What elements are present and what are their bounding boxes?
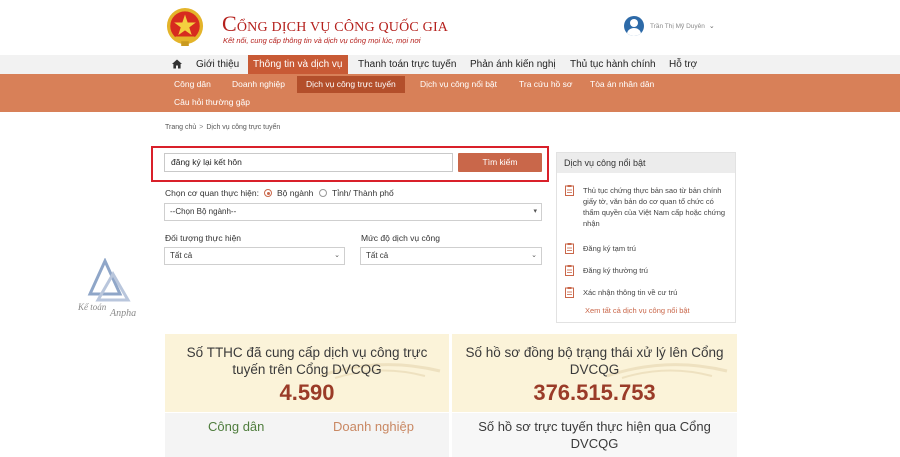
chevron-down-icon: ⌄ [334, 252, 340, 259]
dropdown-caret-icon: ▾ [533, 208, 537, 215]
nav-thu-tuc[interactable]: Thủ tục hành chính [570, 55, 656, 74]
stat-online-procedures: Số TTHC đã cung cấp dịch vụ công trực tu… [165, 334, 449, 412]
featured-item[interactable]: Đăng ký tạm trú [565, 243, 731, 254]
featured-panel-title: Dịch vụ công nổi bật [557, 153, 735, 173]
document-icon [565, 185, 574, 196]
view-all-featured-link[interactable]: Xem tất cả dịch vụ công nổi bật [585, 306, 690, 315]
main-nav: Giới thiệu Thông tin và dịch vụ Thanh to… [0, 55, 900, 74]
subnav-doanh-nghiep[interactable]: Doanh nghiệp [232, 76, 285, 93]
nav-ho-tro[interactable]: Hỗ trợ [669, 55, 697, 74]
home-icon[interactable] [172, 59, 182, 69]
stat-tabs: Công dân Doanh nghiệp [165, 413, 449, 457]
ke-toan-anpha-watermark-logo: Kế toán Anpha [78, 258, 136, 318]
agency-select-value: --Chọn Bộ ngành-- [170, 207, 237, 216]
stat-online-files: Số hồ sơ trực tuyến thực hiện qua Cổng D… [452, 413, 737, 457]
watermark-line2: Anpha [109, 308, 136, 318]
document-icon [565, 243, 574, 254]
tab-citizen[interactable]: Công dân [208, 419, 264, 434]
radio-ministry[interactable] [264, 189, 272, 197]
stat-sync-records: Số hồ sơ đồng bộ trạng thái xử lý lên Cổ… [452, 334, 737, 412]
radio-ministry-label[interactable]: Bộ ngành [277, 188, 313, 198]
document-icon [565, 287, 574, 298]
radio-province[interactable] [319, 189, 327, 197]
stat-sync-label: Số hồ sơ đồng bộ trạng thái xử lý lên Cổ… [465, 345, 724, 377]
stat-sync-value: 376.515.753 [533, 380, 656, 405]
subject-select[interactable]: Tất cả ⌄ [164, 247, 345, 265]
radio-province-label[interactable]: Tỉnh/ Thành phố [332, 188, 394, 198]
chevron-down-icon[interactable]: ⌄ [709, 22, 715, 30]
breadcrumb-separator: > [199, 124, 204, 131]
featured-item[interactable]: Xác nhận thông tin về cư trú [565, 287, 731, 298]
tab-business[interactable]: Doanh nghiệp [333, 419, 414, 434]
national-emblem-logo[interactable] [166, 7, 204, 47]
user-avatar-icon[interactable] [624, 16, 644, 36]
site-subtitle: Kết nối, cung cấp thông tin và dịch vụ c… [223, 36, 421, 45]
chevron-down-icon: ⌄ [531, 252, 537, 259]
nav-gioi-thieu[interactable]: Giới thiệu [196, 55, 239, 74]
search-button[interactable]: Tìm kiếm [458, 153, 542, 172]
featured-item-label: Đăng ký tạm trú [583, 244, 636, 253]
subnav-dvc-noi-bat[interactable]: Dịch vụ công nổi bật [420, 76, 497, 93]
nav-phan-anh[interactable]: Phản ánh kiến nghị [470, 55, 556, 74]
document-icon [565, 265, 574, 276]
nav-thanh-toan[interactable]: Thanh toán trực tuyến [358, 55, 456, 74]
featured-item[interactable]: Đăng ký thường trú [565, 265, 731, 276]
subject-label: Đối tượng thực hiện [165, 233, 242, 243]
level-select[interactable]: Tất cả ⌄ [360, 247, 542, 265]
stat-online-files-label: Số hồ sơ trực tuyến thực hiện qua Cổng D… [478, 419, 711, 451]
featured-item-label: Đăng ký thường trú [583, 266, 648, 275]
featured-item-label: Thủ tục chứng thực bản sao từ bản chính … [583, 186, 726, 228]
site-title-rest: ỔNG DỊCH VỤ CÔNG QUỐC GIA [236, 20, 449, 35]
subnav-tra-cuu[interactable]: Tra cứu hồ sơ [519, 76, 572, 93]
subnav-toa-an[interactable]: Tòa án nhân dân [590, 76, 654, 93]
watermark-line1: Kế toán [78, 302, 107, 312]
agency-select[interactable]: --Chọn Bộ ngành-- ▾ [164, 203, 542, 221]
breadcrumb: Trang chủ > Dịch vụ công trực tuyến [165, 124, 280, 131]
sub-nav: Công dân Doanh nghiệp Dịch vụ công trực … [0, 74, 900, 112]
user-name[interactable]: Trần Thị Mỹ Duyên [650, 23, 705, 30]
featured-item-label: Xác nhận thông tin về cư trú [583, 288, 678, 297]
subnav-cong-dan[interactable]: Công dân [174, 76, 211, 93]
site-title[interactable]: CỔNG DỊCH VỤ CÔNG QUỐC GIA [222, 11, 448, 37]
agency-label: Chọn cơ quan thực hiện: [165, 188, 259, 198]
breadcrumb-home[interactable]: Trang chủ [165, 124, 196, 131]
level-select-value: Tất cả [366, 251, 389, 260]
site-header: CỔNG DỊCH VỤ CÔNG QUỐC GIA Kết nối, cung… [0, 0, 900, 55]
featured-services-panel: Dịch vụ công nổi bật Thủ tục chứng thực … [556, 152, 736, 323]
subnav-dvc-truc-tuyen[interactable]: Dịch vụ công trực tuyến [297, 76, 405, 93]
search-input[interactable]: đăng ký lại kết hôn [164, 153, 453, 172]
featured-item[interactable]: Thủ tục chứng thực bản sao từ bản chính … [565, 185, 731, 229]
breadcrumb-current: Dịch vụ công trực tuyến [206, 124, 281, 131]
nav-thong-tin-dich-vu[interactable]: Thông tin và dịch vụ [248, 55, 348, 74]
stat-online-label: Số TTHC đã cung cấp dịch vụ công trực tu… [186, 345, 428, 377]
site-title-initial: C [222, 11, 237, 36]
level-label: Mức độ dịch vụ công [361, 233, 440, 243]
subnav-cau-hoi[interactable]: Câu hỏi thường gặp [174, 94, 250, 111]
user-menu[interactable]: Trần Thị Mỹ Duyên ⌄ [624, 16, 715, 36]
subject-select-value: Tất cả [170, 251, 193, 260]
stat-online-value: 4.590 [279, 380, 335, 405]
